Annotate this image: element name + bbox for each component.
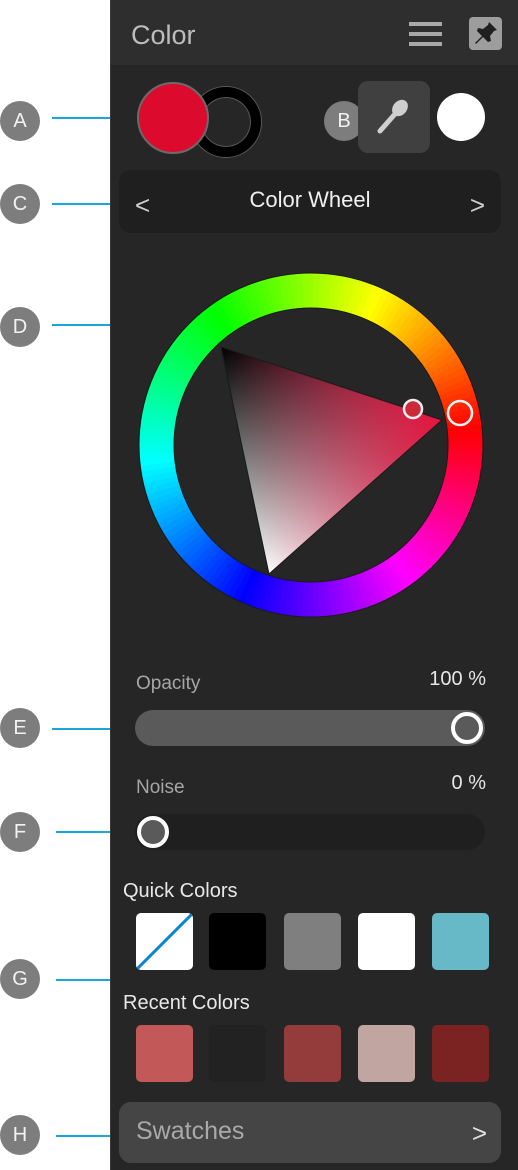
recent-color-swatch[interactable] bbox=[136, 1025, 193, 1082]
opacity-slider[interactable] bbox=[135, 710, 485, 746]
recent-color-swatch[interactable] bbox=[284, 1025, 341, 1082]
callout-g: G bbox=[0, 959, 40, 999]
callout-f: F bbox=[0, 812, 40, 852]
quick-color-swatch[interactable] bbox=[209, 913, 266, 970]
recent-colors-label: Recent Colors bbox=[123, 992, 250, 1014]
swatches-button[interactable]: Swatches > bbox=[119, 1102, 501, 1163]
noise-value: 0 % bbox=[451, 772, 486, 794]
panel-header: Color bbox=[111, 0, 518, 65]
callout-c: C bbox=[0, 184, 40, 224]
recent-color-swatch[interactable] bbox=[209, 1025, 266, 1082]
swatches-label: Swatches bbox=[136, 1117, 245, 1145]
color-panel: Color B < Color Wheel > Opacity 100 % No… bbox=[110, 0, 518, 1170]
callout-e: E bbox=[0, 708, 40, 748]
pushpin-icon[interactable] bbox=[469, 17, 502, 50]
noise-label: Noise bbox=[136, 777, 185, 798]
chevron-right-icon: > bbox=[471, 1118, 487, 1148]
quick-color-swatch[interactable] bbox=[432, 913, 489, 970]
recent-color-swatch[interactable] bbox=[358, 1025, 415, 1082]
noise-slider-knob[interactable] bbox=[137, 816, 169, 848]
eyedropper-icon bbox=[377, 99, 408, 134]
noise-slider[interactable] bbox=[135, 814, 485, 850]
quick-colors-label: Quick Colors bbox=[123, 880, 238, 902]
none-color-swatch[interactable] bbox=[136, 913, 193, 970]
mode-selector: < Color Wheel > bbox=[119, 170, 501, 233]
panel-title: Color bbox=[131, 20, 196, 50]
mode-label: Color Wheel bbox=[249, 187, 371, 212]
callout-a: A bbox=[0, 101, 40, 141]
picked-color-well[interactable] bbox=[437, 93, 485, 141]
triangle-handle bbox=[402, 398, 424, 420]
next-mode-button[interactable]: > bbox=[470, 190, 485, 221]
eyedropper-button[interactable] bbox=[358, 81, 430, 153]
opacity-value: 100 % bbox=[429, 668, 486, 690]
hamburger-menu-icon[interactable] bbox=[409, 22, 442, 46]
callout-h: H bbox=[0, 1115, 40, 1155]
color-wheel[interactable] bbox=[131, 265, 491, 625]
primary-color-well[interactable] bbox=[137, 82, 209, 154]
quick-color-swatch[interactable] bbox=[358, 913, 415, 970]
quick-color-swatch[interactable] bbox=[284, 913, 341, 970]
callout-d: D bbox=[0, 307, 40, 347]
opacity-label: Opacity bbox=[136, 673, 201, 694]
recent-color-swatch[interactable] bbox=[432, 1025, 489, 1082]
opacity-slider-knob[interactable] bbox=[451, 712, 483, 744]
